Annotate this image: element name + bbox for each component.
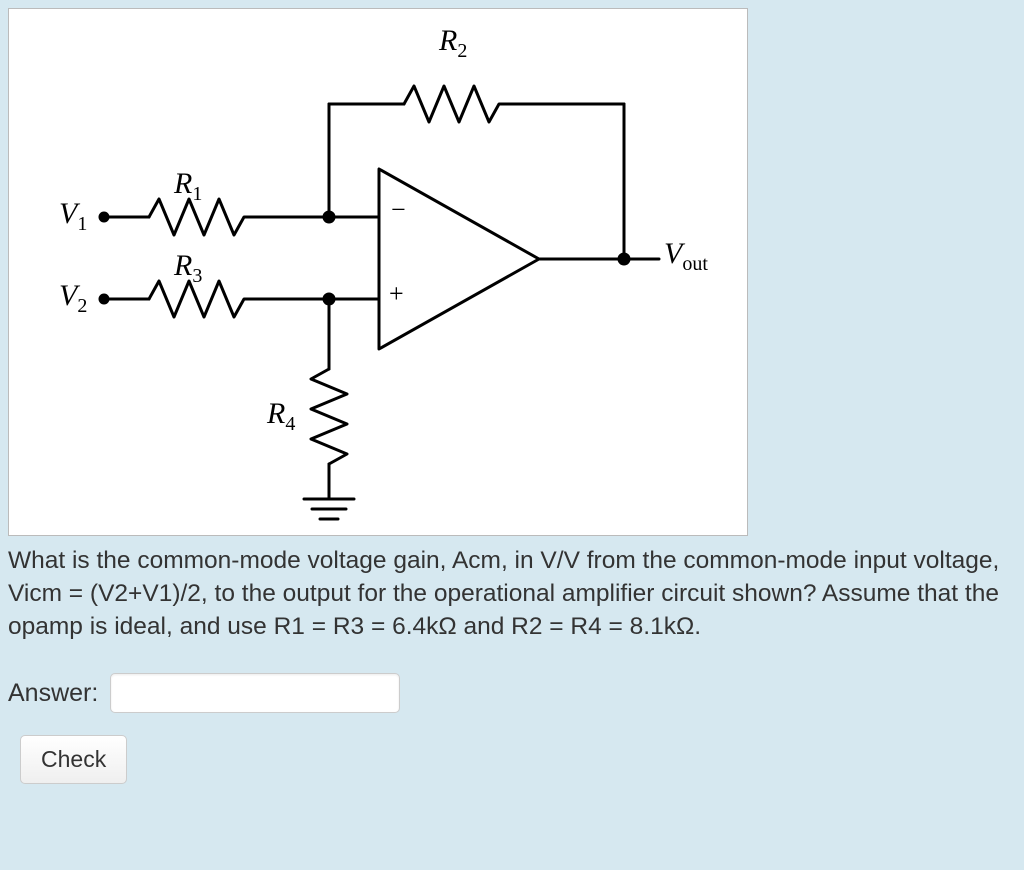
question-text: What is the common-mode voltage gain, Ac… (8, 544, 1016, 643)
label-r2: R2 (439, 24, 467, 63)
circuit-diagram: R2 R1 R3 R4 V1 V2 Vout − + (8, 8, 748, 536)
label-vout: Vout (664, 237, 708, 276)
label-r4: R4 (267, 397, 295, 436)
label-r3: R3 (174, 249, 202, 288)
answer-input[interactable] (110, 673, 400, 713)
answer-row: Answer: (8, 673, 1016, 713)
label-v2: V2 (59, 279, 87, 318)
opamp-minus: − (391, 195, 406, 225)
check-button[interactable]: Check (20, 735, 127, 784)
opamp-plus: + (389, 279, 404, 309)
label-v1: V1 (59, 197, 87, 236)
answer-label: Answer: (8, 679, 98, 708)
label-r1: R1 (174, 167, 202, 206)
circuit-svg (9, 9, 749, 537)
question-container: R2 R1 R3 R4 V1 V2 Vout − + What is the c… (0, 0, 1024, 792)
